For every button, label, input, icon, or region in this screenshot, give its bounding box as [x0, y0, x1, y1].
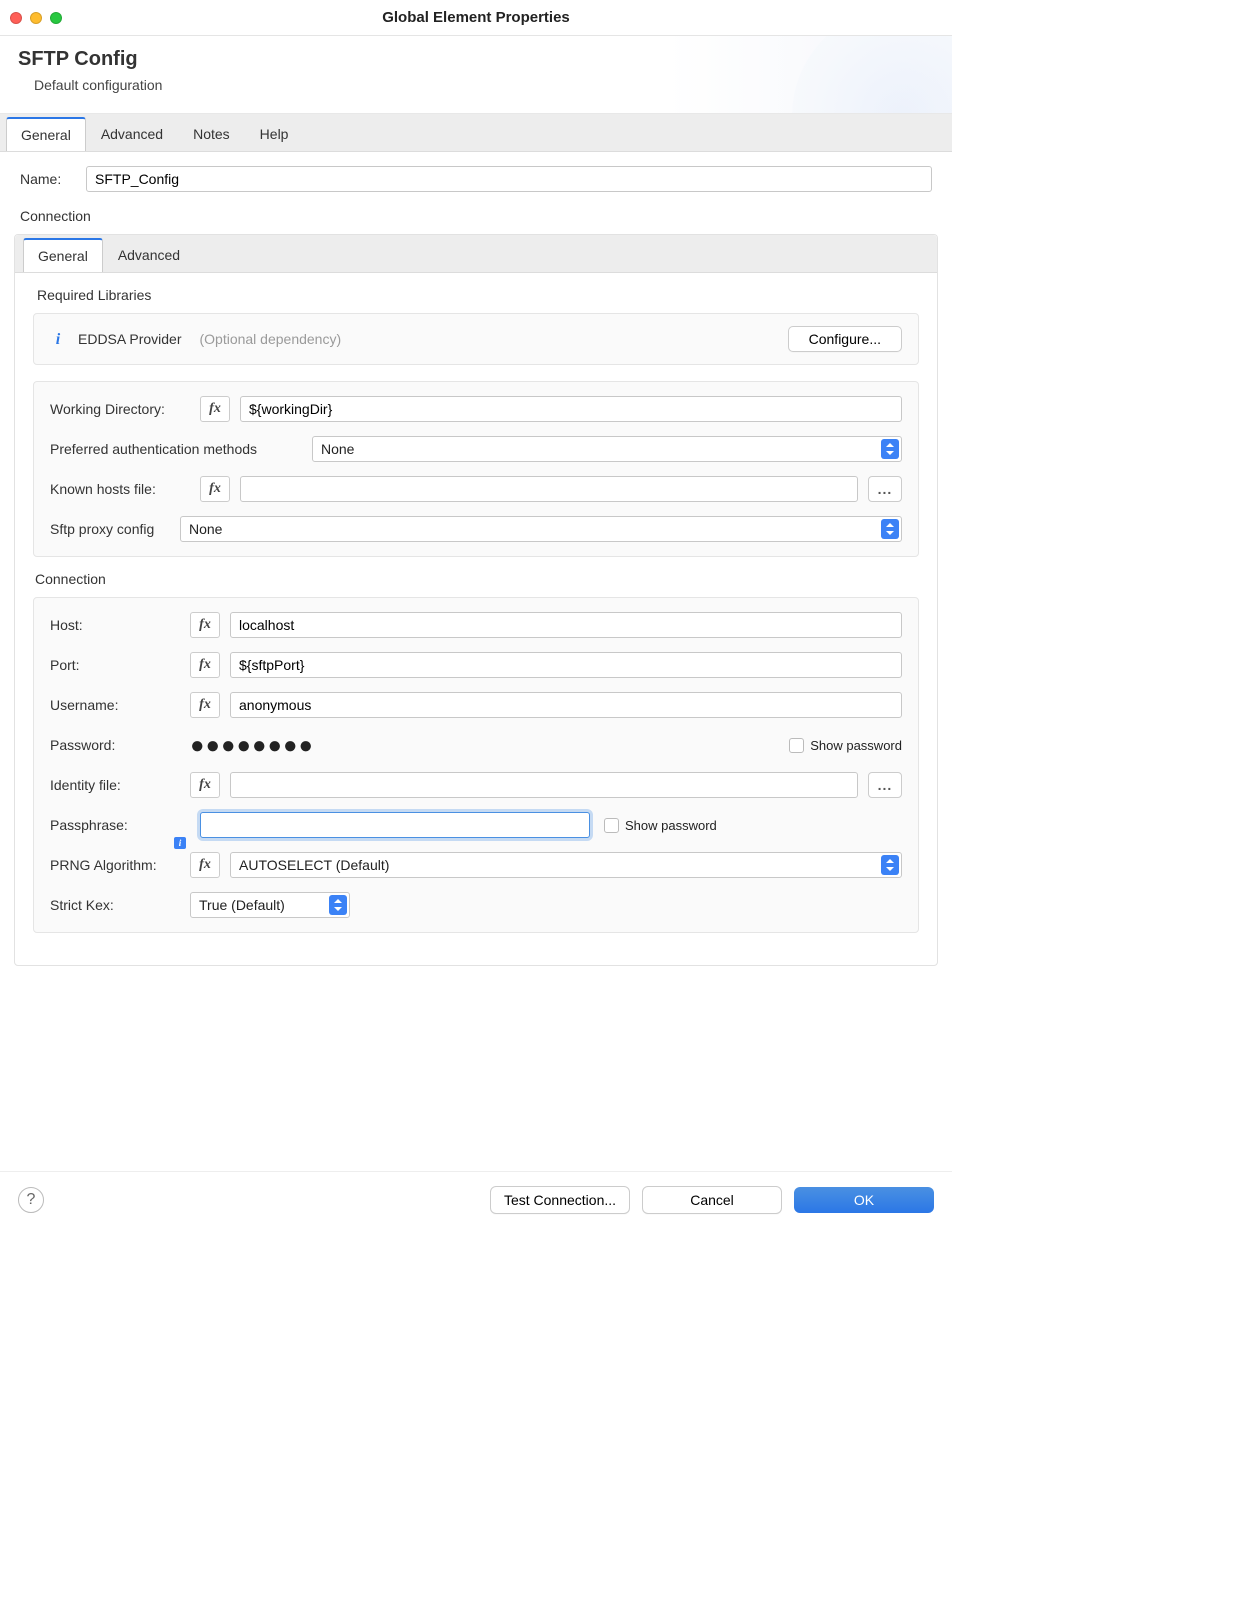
passphrase-row: Passphrase: i Show password: [50, 812, 902, 838]
known-hosts-row: Known hosts file: fx ...: [50, 476, 902, 502]
proxy-config-label: Sftp proxy config: [50, 521, 170, 537]
show-password-1: Show password: [785, 738, 902, 753]
required-libraries-title: Required Libraries: [33, 287, 919, 303]
pref-auth-value: None: [321, 441, 354, 457]
proxy-config-select[interactable]: None: [180, 516, 902, 542]
tab-help[interactable]: Help: [245, 117, 304, 151]
ok-button[interactable]: OK: [794, 1187, 934, 1213]
tab-advanced[interactable]: Advanced: [86, 117, 178, 151]
working-directory-label: Working Directory:: [50, 401, 190, 417]
prng-label: PRNG Algorithm:: [50, 857, 180, 873]
window-title: Global Element Properties: [0, 9, 952, 26]
strictkex-row: Strict Kex: True (Default): [50, 892, 902, 918]
pref-auth-row: Preferred authentication methods None: [50, 436, 902, 462]
identity-file-label: Identity file:: [50, 777, 180, 793]
name-row: Name:: [14, 160, 938, 202]
show-passphrase-label: Show password: [625, 818, 717, 833]
titlebar: Global Element Properties: [0, 0, 952, 36]
username-row: Username: fx: [50, 692, 902, 718]
fx-button[interactable]: fx: [190, 852, 220, 878]
connection-groupbox: General Advanced Required Libraries i ED…: [14, 234, 938, 966]
strictkex-select[interactable]: True (Default): [190, 892, 350, 918]
info-icon: i: [50, 331, 66, 347]
prng-row: PRNG Algorithm: fx AUTOSELECT (Default): [50, 852, 902, 878]
working-directory-row: Working Directory: fx: [50, 396, 902, 422]
library-item: i EDDSA Provider (Optional dependency): [50, 331, 341, 347]
cancel-button[interactable]: Cancel: [642, 1186, 782, 1214]
known-hosts-label: Known hosts file:: [50, 481, 190, 497]
pref-auth-label: Preferred authentication methods: [50, 441, 302, 457]
proxy-config-value: None: [189, 521, 222, 537]
fx-button[interactable]: fx: [200, 476, 230, 502]
username-label: Username:: [50, 697, 180, 713]
pref-auth-select[interactable]: None: [312, 436, 902, 462]
strictkex-value: True (Default): [199, 897, 285, 913]
help-button[interactable]: ?: [18, 1187, 44, 1213]
name-input[interactable]: [86, 166, 932, 192]
known-hosts-input[interactable]: [240, 476, 858, 502]
footer: ? Test Connection... Cancel OK: [0, 1171, 952, 1228]
page-subtitle: Default configuration: [34, 77, 934, 93]
identity-file-row: Identity file: fx ...: [50, 772, 902, 798]
port-label: Port:: [50, 657, 180, 673]
info-badge-icon: i: [174, 837, 186, 849]
show-passphrase-checkbox[interactable]: [604, 818, 619, 833]
inner-content: Required Libraries i EDDSA Provider (Opt…: [15, 273, 937, 965]
host-label: Host:: [50, 617, 180, 633]
port-input[interactable]: [230, 652, 902, 678]
general-fields-group: Working Directory: fx Preferred authenti…: [33, 381, 919, 557]
library-name: EDDSA Provider: [78, 331, 181, 347]
identity-file-input[interactable]: [230, 772, 858, 798]
inner-tabs: General Advanced: [15, 235, 937, 273]
passphrase-label: Passphrase:: [50, 817, 180, 833]
name-label: Name:: [20, 171, 72, 187]
username-input[interactable]: [230, 692, 902, 718]
tab-notes[interactable]: Notes: [178, 117, 245, 151]
chevron-updown-icon: [881, 519, 899, 539]
library-hint: (Optional dependency): [199, 331, 341, 347]
host-row: Host: fx: [50, 612, 902, 638]
show-password-label: Show password: [810, 738, 902, 753]
host-input[interactable]: [230, 612, 902, 638]
prng-value: AUTOSELECT (Default): [239, 857, 389, 873]
working-directory-input[interactable]: [240, 396, 902, 422]
test-connection-button[interactable]: Test Connection...: [490, 1186, 630, 1214]
main-tabs: General Advanced Notes Help: [0, 114, 952, 152]
connection-section-label: Connection: [20, 208, 938, 224]
content: Name: Connection General Advanced Requir…: [0, 152, 952, 984]
header: SFTP Config Default configuration: [0, 36, 952, 114]
password-masked: ●●●●●●●●: [190, 732, 775, 758]
show-password-2: Show password: [600, 818, 717, 833]
chevron-updown-icon: [329, 895, 347, 915]
fx-button[interactable]: fx: [190, 772, 220, 798]
password-row: Password: ●●●●●●●● Show password: [50, 732, 902, 758]
fx-button[interactable]: fx: [190, 612, 220, 638]
inner-tab-advanced[interactable]: Advanced: [103, 238, 195, 272]
chevron-updown-icon: [881, 855, 899, 875]
fx-button[interactable]: fx: [190, 652, 220, 678]
connection-fields-group: Host: fx Port: fx Username: fx Password:: [33, 597, 919, 933]
fx-button[interactable]: fx: [190, 692, 220, 718]
password-label: Password:: [50, 737, 180, 753]
inner-tab-general[interactable]: General: [23, 238, 103, 272]
proxy-config-row: Sftp proxy config None: [50, 516, 902, 542]
required-libraries-box: i EDDSA Provider (Optional dependency) C…: [33, 313, 919, 365]
tab-general[interactable]: General: [6, 117, 86, 151]
prng-select[interactable]: AUTOSELECT (Default): [230, 852, 902, 878]
fx-button[interactable]: fx: [200, 396, 230, 422]
show-password-checkbox[interactable]: [789, 738, 804, 753]
connection-sub-title: Connection: [35, 571, 919, 587]
browse-button[interactable]: ...: [868, 772, 902, 798]
page-title: SFTP Config: [18, 48, 934, 71]
chevron-updown-icon: [881, 439, 899, 459]
strictkex-label: Strict Kex:: [50, 897, 180, 913]
configure-button[interactable]: Configure...: [788, 326, 902, 352]
port-row: Port: fx: [50, 652, 902, 678]
browse-button[interactable]: ...: [868, 476, 902, 502]
passphrase-input[interactable]: [200, 812, 590, 838]
